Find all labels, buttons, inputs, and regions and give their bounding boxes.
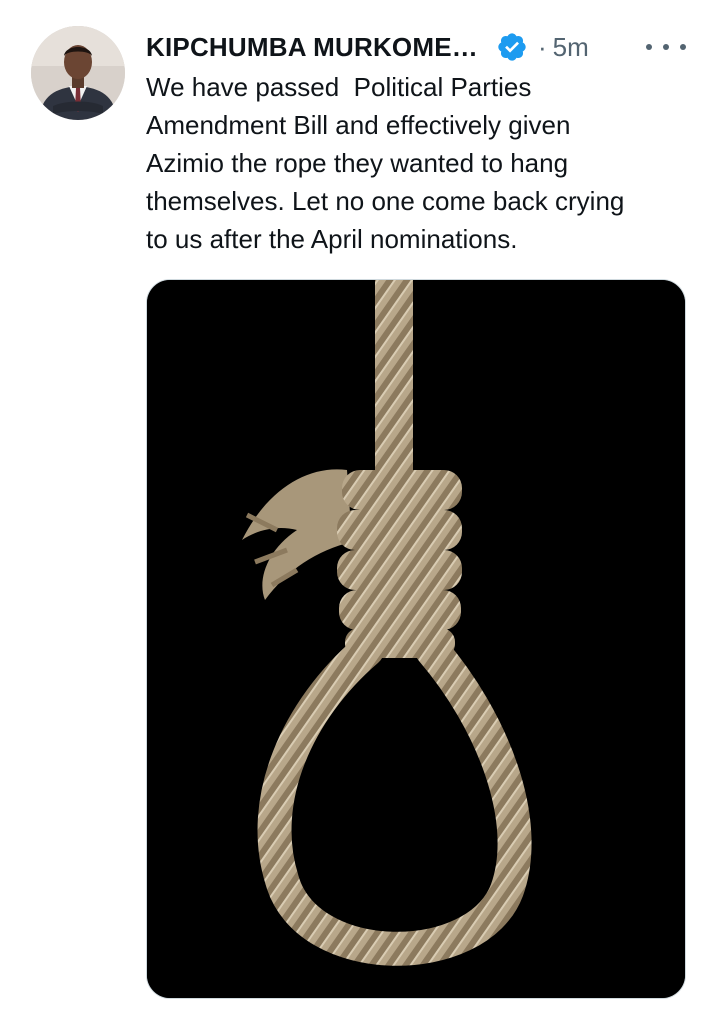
more-options-icon[interactable] <box>646 33 686 61</box>
author-avatar[interactable] <box>31 26 125 120</box>
avatar-photo-icon <box>31 26 125 120</box>
tweet-card[interactable]: KIPCHUMBA MURKOME… · 5m We have passed P… <box>0 0 720 1018</box>
verified-badge-icon <box>496 31 528 63</box>
more-dot <box>646 44 652 50</box>
header-separator: · <box>537 31 547 62</box>
more-dot <box>680 44 686 50</box>
noose-rope-icon <box>147 280 685 998</box>
tweet-text: We have passed Political Parties Amendme… <box>146 72 625 254</box>
tweet-timestamp[interactable]: 5m <box>553 32 589 63</box>
author-display-name[interactable]: KIPCHUMBA MURKOME… <box>146 32 478 63</box>
more-dot <box>663 44 669 50</box>
tweet-media-image[interactable] <box>146 279 686 999</box>
tweet-header: KIPCHUMBA MURKOME… · 5m <box>146 27 694 67</box>
